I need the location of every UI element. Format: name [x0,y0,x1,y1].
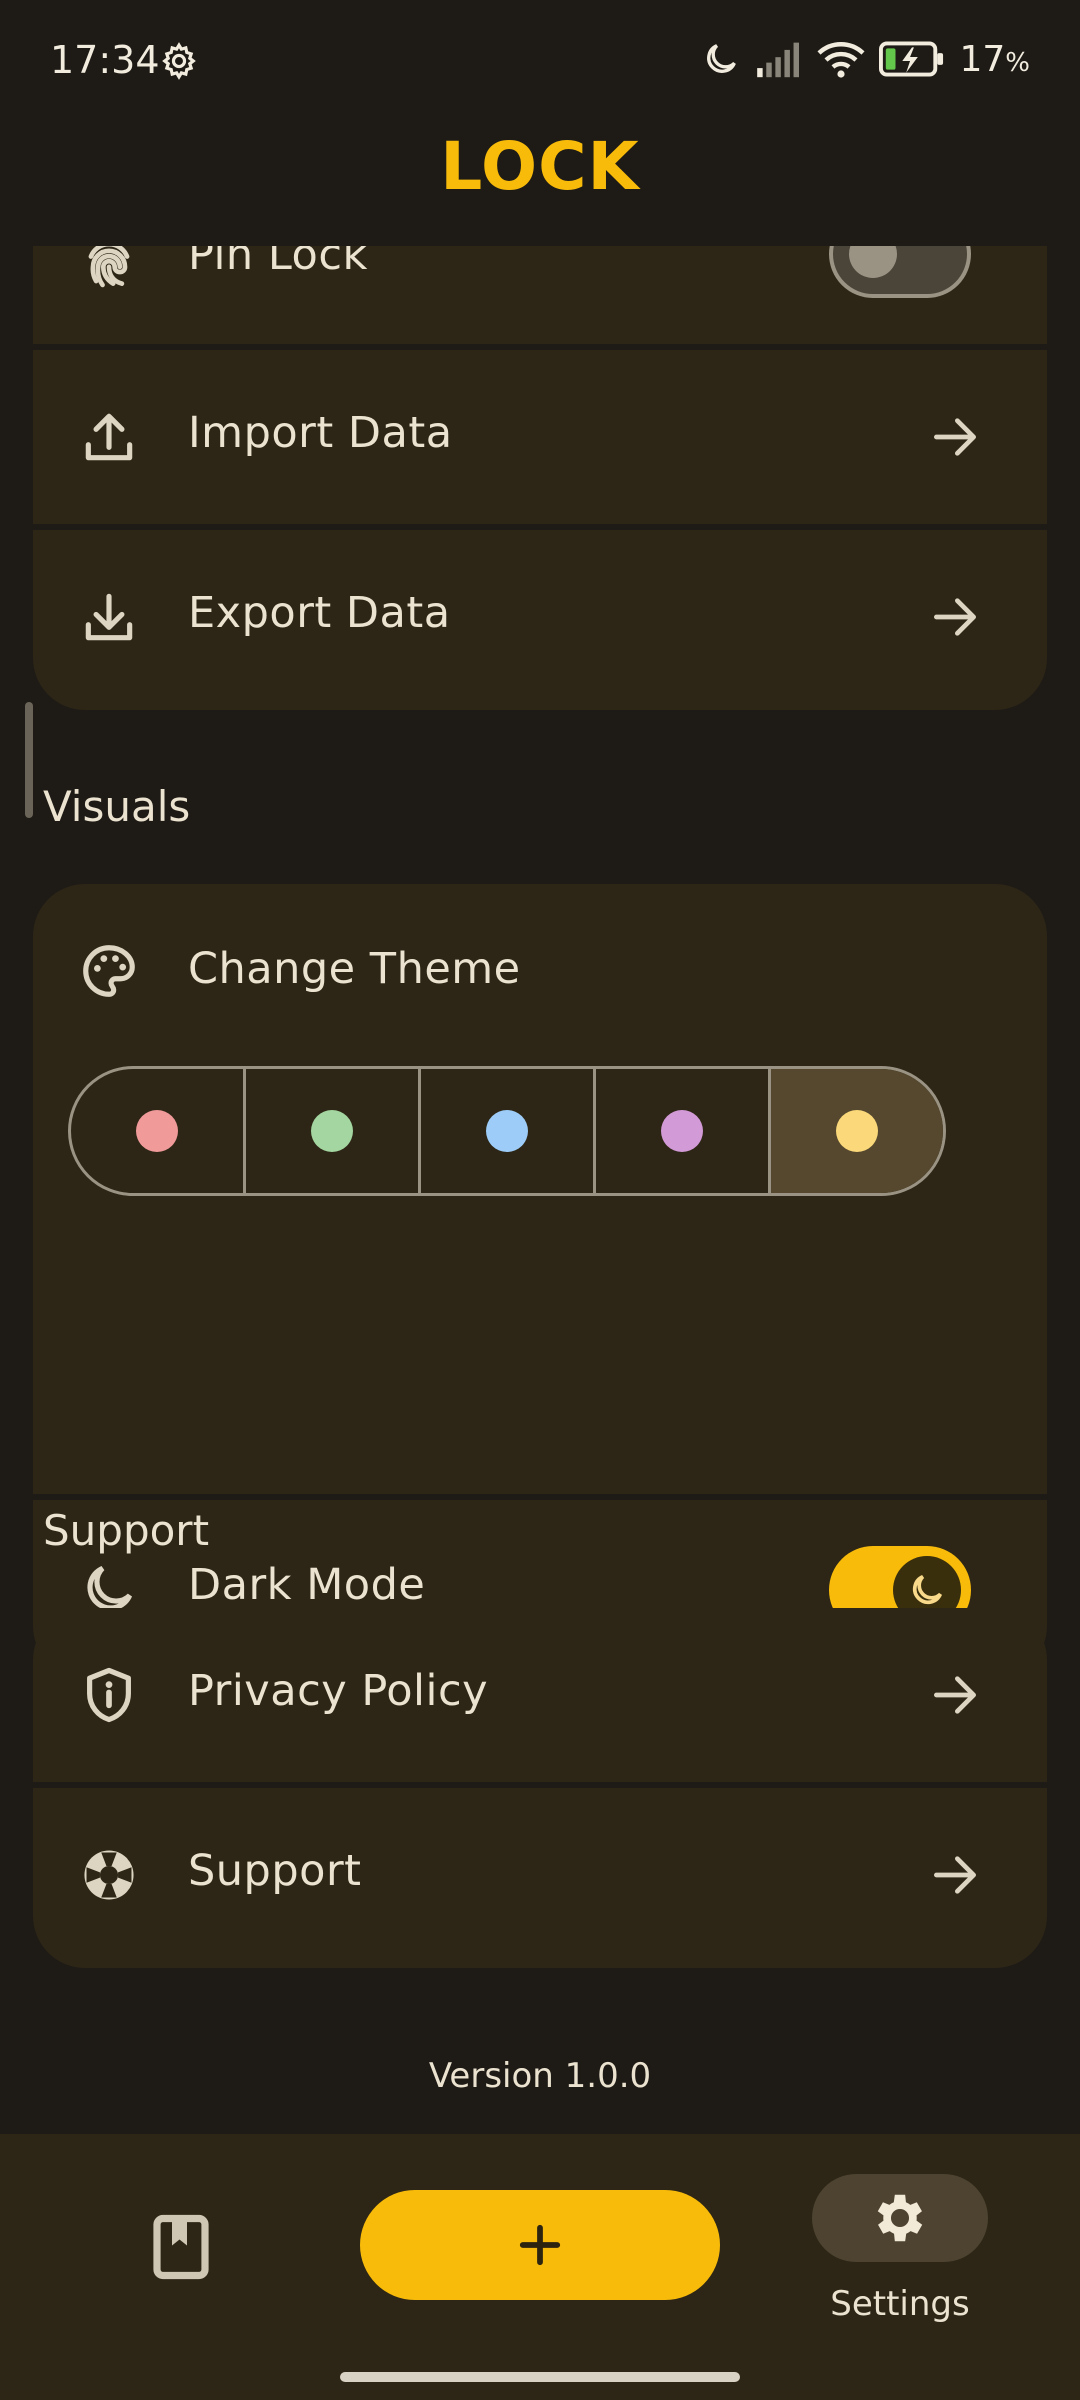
scrollbar[interactable] [25,702,33,818]
moon-status-icon [707,44,737,73]
shield-info-icon [87,1667,131,1723]
theme-picker [68,1066,946,1196]
visuals-section-title: Visuals [43,782,191,831]
support-section-title: Support [43,1506,210,1555]
gear-icon [877,2194,923,2242]
theme-option-purple[interactable] [596,1069,771,1193]
theme-option-yellow[interactable] [771,1069,943,1193]
theme-option-blue[interactable] [421,1069,596,1193]
bottom-nav: Settings [0,2134,1080,2400]
visuals-card-group: Change Theme Dark Mode [33,884,1047,1678]
theme-dot [836,1110,878,1152]
arrow-right-icon [934,418,976,456]
plus-icon [519,2224,561,2266]
support-row[interactable]: Support [33,1788,1047,1968]
lifebuoy-icon [84,1850,134,1900]
palette-icon [83,945,135,997]
import-data-label: Import Data [188,408,453,458]
theme-option-green[interactable] [246,1069,421,1193]
export-data-label: Export Data [188,588,451,638]
battery-icon [879,41,944,77]
arrow-right-icon [934,598,976,636]
fingerprint-icon [88,246,130,288]
battery-unit: % [1005,47,1030,78]
upload-icon [85,413,133,461]
battery-percent: 17 [959,38,1006,80]
theme-dot [661,1110,703,1152]
nav-settings-button[interactable] [812,2174,988,2262]
support-label: Support [188,1846,362,1896]
export-data-row[interactable]: Export Data [33,530,1047,710]
book-icon[interactable] [150,2214,212,2280]
download-icon [85,593,133,641]
security-card-group: Pin Lock Import Data Export Data [33,246,1047,710]
import-data-row[interactable]: Import Data [33,350,1047,524]
nav-settings-label: Settings [830,2284,970,2324]
privacy-policy-label: Privacy Policy [188,1666,489,1716]
change-theme-label: Change Theme [188,944,521,994]
theme-option-red[interactable] [71,1069,246,1193]
support-card-group: Privacy Policy Support [33,1608,1047,1968]
privacy-policy-row[interactable]: Privacy Policy [33,1608,1047,1782]
theme-dot [311,1110,353,1152]
wifi-icon [817,42,865,78]
status-bar: 17:34 17% [0,0,1080,120]
pin-lock-toggle[interactable] [829,246,971,298]
theme-dot [486,1110,528,1152]
theme-dot [136,1110,178,1152]
add-button[interactable] [360,2190,720,2300]
status-time: 17:34 [50,38,160,82]
settings-scroll-area[interactable]: Pin Lock Import Data Export Data Visuals… [0,246,1080,2134]
dark-mode-label: Dark Mode [188,1560,426,1610]
home-indicator[interactable] [340,2372,740,2382]
pin-lock-row[interactable]: Pin Lock [33,246,1047,344]
arrow-right-icon [934,1856,976,1894]
arrow-right-icon [934,1676,976,1714]
moon-toggle-icon [912,1574,943,1605]
signal-icon [757,42,800,78]
app-title: LOCK [440,128,640,205]
version-text: Version 1.0.0 [428,2056,652,2096]
gear-status-icon [162,42,196,80]
pin-lock-label: Pin Lock [188,246,368,280]
